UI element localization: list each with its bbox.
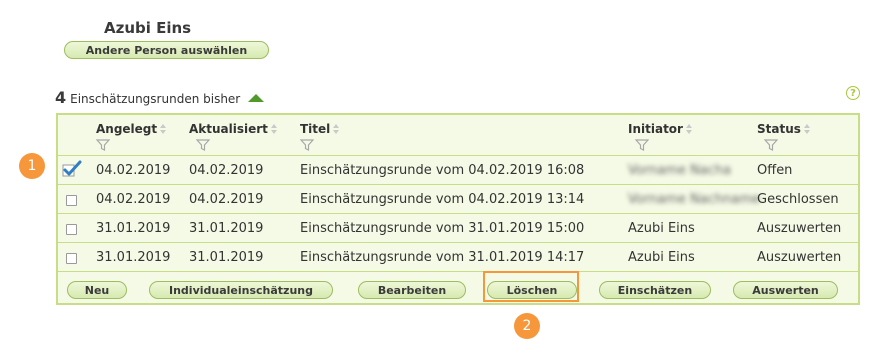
delete-highlight-frame [483,271,579,302]
rounds-heading: 4 Einschätzungsrunden bisher [55,88,265,107]
cell-initiator: Vorname Nachname [628,192,760,207]
col-header-aktualisiert[interactable]: Aktualisiert [189,122,278,136]
sort-icon[interactable] [270,124,278,134]
sort-icon[interactable] [160,124,167,134]
change-person-button[interactable]: Andere Person auswählen [64,41,269,59]
sort-icon[interactable] [685,124,693,134]
row-checkbox[interactable] [66,195,77,206]
col-header-status[interactable]: Status [757,122,811,136]
filter-icon[interactable] [300,139,314,151]
cell-titel: Einschätzungsrunde vom 04.02.2019 16:08 [300,163,585,178]
row-checkbox[interactable] [66,224,77,235]
individual-assessment-button[interactable]: Individualeinschätzung [149,281,333,299]
cell-titel: Einschätzungsrunde vom 31.01.2019 14:17 [300,250,585,265]
new-button[interactable]: Neu [67,281,127,299]
table-row[interactable]: 04.02.2019 04.02.2019 Einschätzungsrunde… [58,185,858,214]
edit-button[interactable]: Bearbeiten [358,281,466,299]
filter-icon[interactable] [764,139,778,151]
step-marker-2: 2 [514,313,540,339]
sort-icon[interactable] [333,124,340,134]
cell-angelegt: 31.01.2019 [96,221,171,236]
cell-aktualisiert: 31.01.2019 [189,221,264,236]
help-icon[interactable]: ? [846,86,860,100]
cell-status: Offen [757,163,793,178]
col-header-initiator[interactable]: Initiator [628,122,693,136]
cell-initiator: Azubi Eins [628,250,695,265]
action-bar: Neu Individualeinschätzung Bearbeiten Lö… [58,279,858,301]
filter-icon[interactable] [635,139,649,151]
filter-icon[interactable] [96,139,110,151]
rounds-table: Angelegt Aktualisiert Titel Initiator St… [56,113,860,305]
rounds-title: Einschätzungsrunden bisher [70,92,241,106]
table-row[interactable]: 04.02.2019 04.02.2019 Einschätzungsrunde… [58,156,858,185]
table-header: Angelegt Aktualisiert Titel Initiator St… [58,115,858,156]
col-header-angelegt[interactable]: Angelegt [96,122,167,136]
col-header-titel[interactable]: Titel [300,122,340,136]
filter-icon[interactable] [196,139,210,151]
sort-icon[interactable] [803,124,811,134]
cell-angelegt: 04.02.2019 [96,192,171,207]
cell-status: Auszuwerten [757,250,842,265]
cell-titel: Einschätzungsrunde vom 04.02.2019 13:14 [300,192,585,207]
row-checkbox-checked[interactable] [62,160,82,178]
evaluate-button[interactable]: Auswerten [733,281,838,299]
person-name: Azubi Eins [104,19,192,37]
cell-aktualisiert: 04.02.2019 [189,163,264,178]
table-row[interactable]: 31.01.2019 31.01.2019 Einschätzungsrunde… [58,214,858,243]
assess-button[interactable]: Einschätzen [599,281,711,299]
cell-status: Auszuwerten [757,221,842,236]
cell-angelegt: 04.02.2019 [96,163,171,178]
cell-initiator: Azubi Eins [628,221,695,236]
row-checkbox[interactable] [66,253,77,264]
rounds-count: 4 [55,88,67,107]
cell-titel: Einschätzungsrunde vom 31.01.2019 15:00 [300,221,585,236]
step-marker-1: 1 [19,153,45,179]
table-row[interactable]: 31.01.2019 31.01.2019 Einschätzungsrunde… [58,243,858,272]
cell-initiator: Vorname Nacha [628,163,731,178]
cell-aktualisiert: 31.01.2019 [189,250,264,265]
cell-angelegt: 31.01.2019 [96,250,171,265]
cell-aktualisiert: 04.02.2019 [189,192,264,207]
cell-status: Geschlossen [757,192,839,207]
collapse-up-icon[interactable] [248,94,265,102]
page: Azubi Eins Andere Person auswählen 4 Ein… [0,0,895,349]
